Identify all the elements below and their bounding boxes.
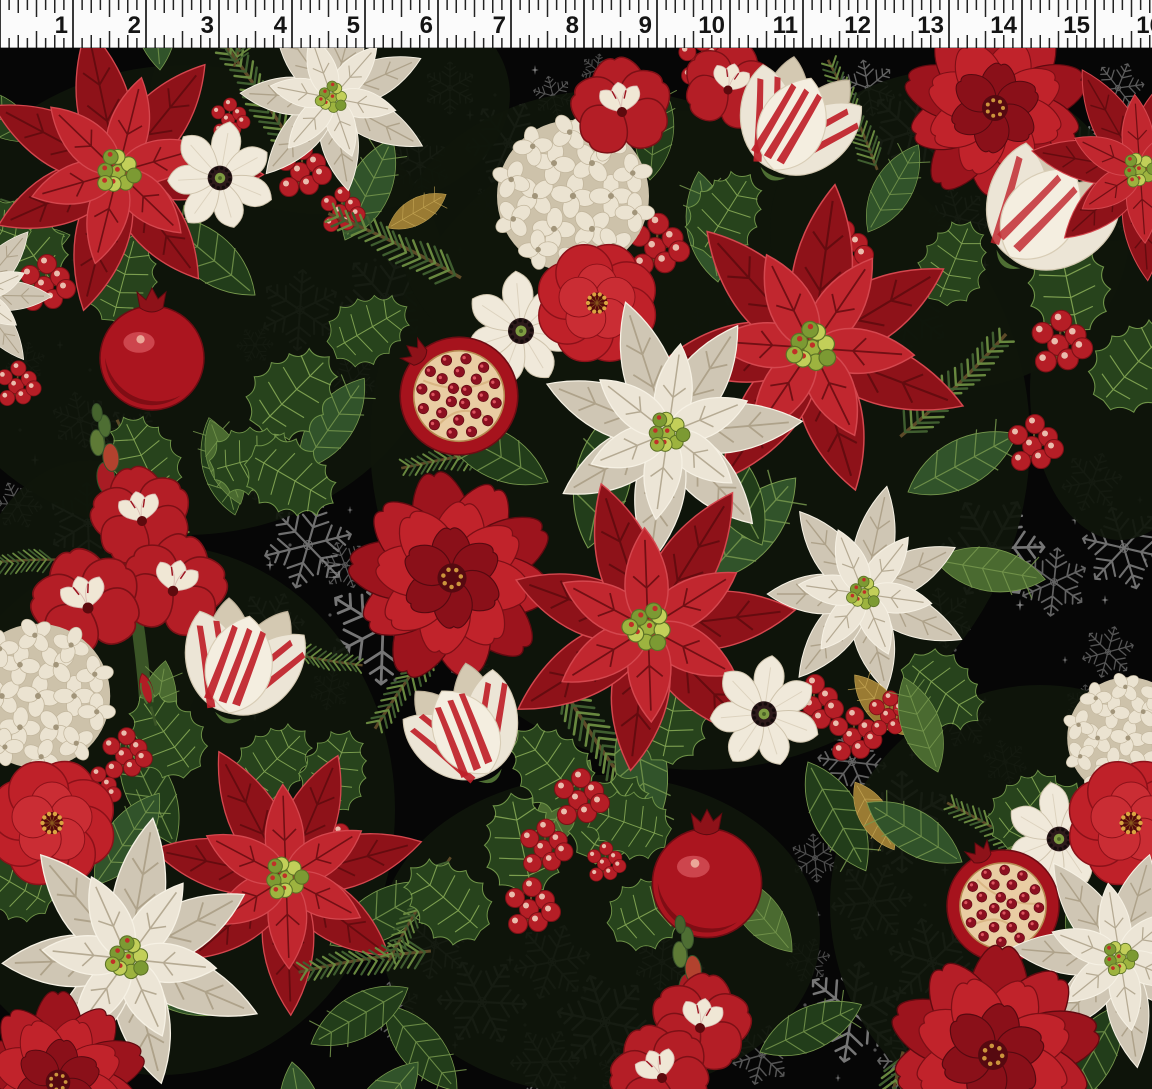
ruler-number: 3 [201, 12, 214, 39]
glitter-dot [288, 543, 291, 546]
ruler: 12345678910111213141516 [0, 0, 1152, 48]
ruler-number: 11 [773, 12, 798, 39]
ruler-number: 6 [420, 12, 433, 39]
ruler-number: 9 [639, 12, 652, 39]
glitter-dot [803, 1003, 806, 1006]
ruler-number: 13 [917, 12, 944, 39]
glitter-dot [873, 1048, 876, 1051]
ruler-number: 15 [1063, 12, 1090, 39]
fabric-swatch: Christmas floral quilting fabric swatch:… [0, 0, 1152, 1089]
ruler-number: 12 [844, 12, 871, 39]
ruler-number: 1 [55, 12, 68, 39]
ruler-number: 16 [1136, 12, 1152, 39]
ruler-number: 2 [128, 12, 141, 39]
glitter-dot [328, 613, 331, 616]
ruler-number: 14 [990, 12, 1017, 39]
fabric-scene [0, 48, 1152, 1089]
ruler-number: 4 [274, 12, 288, 39]
ruler-number: 7 [493, 12, 506, 39]
ruler-number: 10 [698, 12, 725, 39]
ruler-number: 5 [347, 12, 360, 39]
ruler-number: 8 [566, 12, 579, 39]
